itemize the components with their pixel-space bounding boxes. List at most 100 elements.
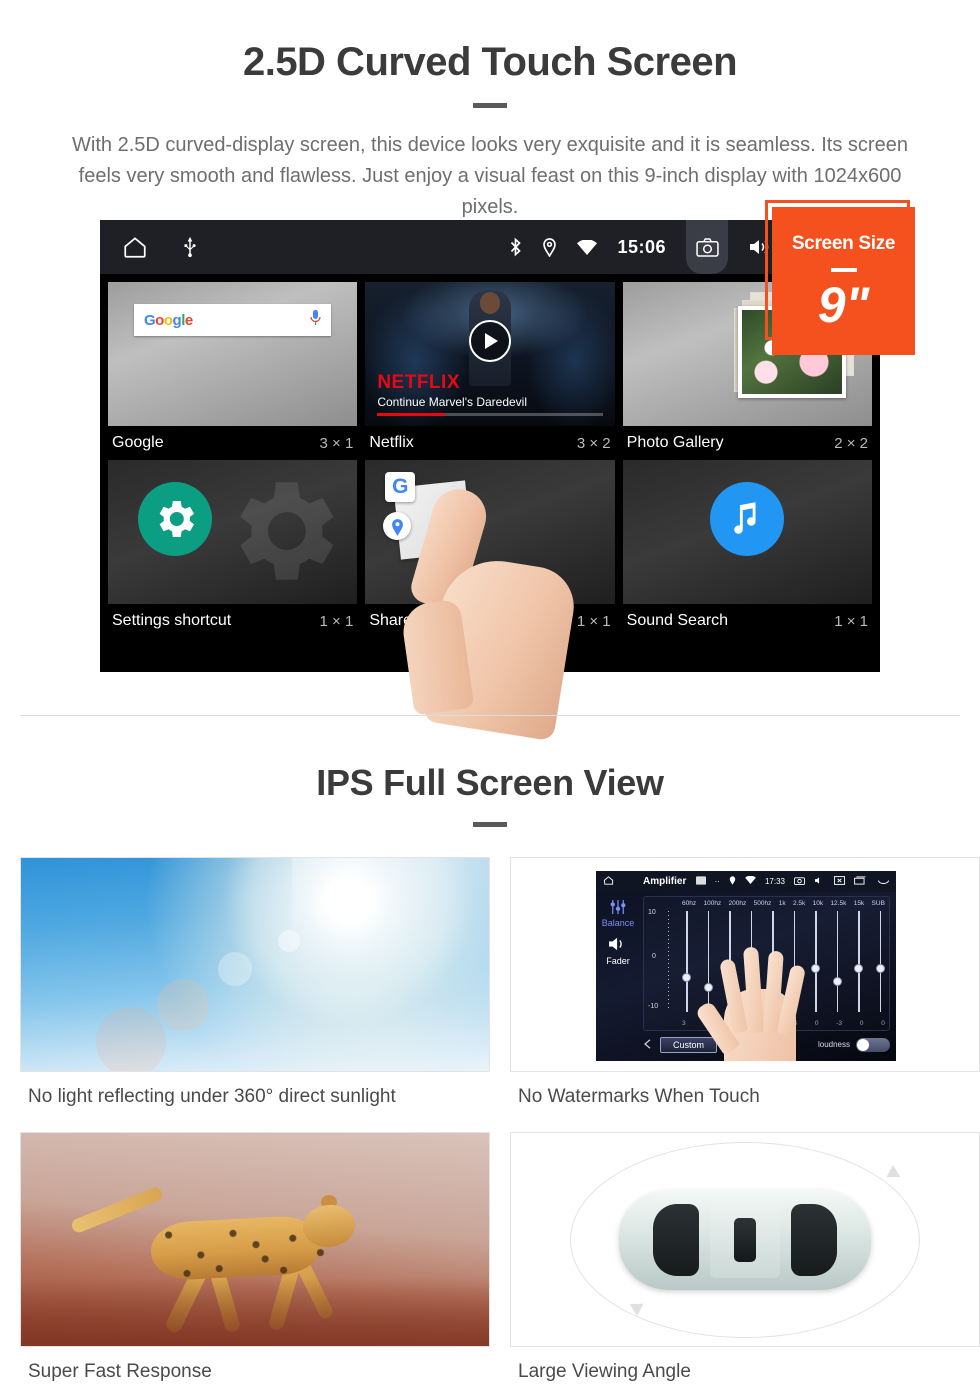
widget-google[interactable]: Google Google 3 × 1 xyxy=(108,282,358,460)
eq-value: 0 xyxy=(881,1019,885,1027)
widget-label-row: Photo Gallery 2 × 2 xyxy=(623,426,872,460)
volume-icon[interactable] xyxy=(814,876,825,887)
eq-slider[interactable] xyxy=(768,910,778,1012)
widget-preview-sound-search[interactable] xyxy=(622,460,872,604)
eq-slider[interactable] xyxy=(746,910,756,1012)
band-label: 10k xyxy=(812,899,824,907)
equalizer-sliders[interactable] xyxy=(682,910,885,1012)
widget-name: Photo Gallery xyxy=(626,434,724,451)
eq-slider[interactable] xyxy=(811,910,821,1012)
location-icon[interactable] xyxy=(542,237,557,257)
eq-value-labels: 3 -4 0 0 0 -3 0 -3 0 0 xyxy=(682,1020,885,1027)
bluetooth-icon[interactable] xyxy=(509,237,522,257)
widget-row-1: Google Google 3 × 1 NETFLIX Continue Mar… xyxy=(108,282,872,460)
page-dot-3-active[interactable] xyxy=(513,661,543,664)
recent-apps-icon[interactable] xyxy=(854,875,866,887)
netflix-brand: NETFLIX xyxy=(377,372,460,393)
widget-name: Settings shortcut xyxy=(112,612,232,629)
location-icon[interactable] xyxy=(729,875,736,887)
widget-preview-settings[interactable] xyxy=(108,460,358,604)
screen-size-badge: Screen Size 9" xyxy=(772,207,915,355)
eq-slider[interactable] xyxy=(725,910,735,1012)
eq-slider[interactable] xyxy=(854,910,864,1012)
gallery-icon[interactable] xyxy=(695,875,706,887)
amplifier-screen: Amplifier ·· 17:33 Balance Fader 60hz 10… xyxy=(596,870,896,1061)
widget-preview-share-location[interactable]: G xyxy=(365,460,615,604)
widget-settings-shortcut[interactable]: Settings shortcut 1 × 1 xyxy=(108,460,358,638)
widget-size: 1 × 1 xyxy=(576,612,611,630)
eq-slider[interactable] xyxy=(682,910,691,1012)
widget-size: 1 × 1 xyxy=(319,612,354,630)
eq-value: 0 xyxy=(727,1019,731,1027)
fader-label[interactable]: Fader xyxy=(596,956,640,966)
gain-scale: 10 0 -10 xyxy=(648,909,678,1010)
page-dot-1[interactable] xyxy=(437,661,467,664)
eq-value: -3 xyxy=(791,1019,798,1027)
play-icon[interactable] xyxy=(468,320,511,362)
home-icon[interactable] xyxy=(122,234,148,260)
ips-full-screen-view-section: IPS Full Screen View No light reflecting… xyxy=(0,718,980,1394)
eq-value: 0 xyxy=(748,1019,753,1027)
scale-bottom: -10 xyxy=(648,1002,659,1010)
feature-caption: Large Viewing Angle xyxy=(518,1361,691,1382)
widget-sound-search[interactable]: Sound Search 1 × 1 xyxy=(622,460,872,638)
google-g-icon: G xyxy=(385,472,416,502)
music-note-icon[interactable] xyxy=(710,482,785,556)
camera-icon[interactable] xyxy=(794,876,805,887)
scale-mid: 0 xyxy=(652,952,656,960)
loudness-label: loudness xyxy=(817,1040,850,1049)
wifi-icon[interactable] xyxy=(577,239,598,255)
close-box-icon[interactable] xyxy=(834,875,845,887)
equalizer-icon[interactable] xyxy=(609,899,627,916)
running-cheetah-photo xyxy=(20,1132,490,1347)
widget-share-location[interactable]: G Share location 1 × 1 xyxy=(365,460,615,638)
google-maps-icon[interactable]: G xyxy=(381,472,477,560)
eq-slider[interactable] xyxy=(875,910,885,1012)
widget-name: Sound Search xyxy=(626,612,729,629)
screen-size-badge-rule xyxy=(830,267,857,272)
home-icon[interactable] xyxy=(603,875,614,888)
widget-preview-netflix[interactable]: NETFLIX Continue Marvel's Daredevil xyxy=(365,282,615,426)
screen-size-badge-value: 9" xyxy=(817,276,870,333)
widget-size: 3 × 2 xyxy=(576,434,611,452)
eq-slider[interactable] xyxy=(703,910,713,1012)
eq-value: -3 xyxy=(836,1019,843,1027)
scale-ticks xyxy=(668,910,669,1008)
eq-value: -4 xyxy=(703,1019,710,1027)
eq-slider[interactable] xyxy=(832,910,842,1012)
back-icon[interactable] xyxy=(875,876,889,887)
settings-gear-icon[interactable] xyxy=(138,482,212,556)
equalizer-panel: 60hz 100hz 200hz 500hz 1k 2.5k 10k 12.5k… xyxy=(643,895,890,1031)
amplifier-sidebar: Balance Fader xyxy=(596,892,640,1061)
amplifier-equalizer-screenshot: Amplifier ·· 17:33 Balance Fader 60hz 10… xyxy=(510,857,980,1072)
widget-name: Netflix xyxy=(369,434,414,451)
amplifier-title: Amplifier xyxy=(643,875,687,887)
prev-preset-icon[interactable] xyxy=(643,1038,652,1051)
eq-slider[interactable] xyxy=(789,910,799,1012)
balance-label[interactable]: Balance xyxy=(596,918,640,928)
feature-caption: No Watermarks When Touch xyxy=(518,1086,760,1107)
widget-preview-google[interactable]: Google xyxy=(108,282,358,426)
mic-icon[interactable] xyxy=(310,309,321,331)
wifi-icon[interactable] xyxy=(745,875,756,886)
more-dots-icon[interactable]: ·· xyxy=(715,877,720,886)
amplifier-status-bar: Amplifier ·· 17:33 xyxy=(596,870,896,892)
widget-label-row: Settings shortcut 1 × 1 xyxy=(108,604,357,638)
status-clock: 15:06 xyxy=(617,236,666,257)
netflix-progress-bar xyxy=(377,413,603,416)
band-label: 1k xyxy=(778,899,786,907)
widget-label-row: Netflix 3 × 2 xyxy=(365,426,614,460)
band-label: 2.5k xyxy=(792,899,806,907)
preset-button[interactable]: Custom xyxy=(660,1036,718,1053)
netflix-figure-head xyxy=(479,292,500,314)
feature-caption: Super Fast Response xyxy=(28,1361,212,1382)
page-indicator[interactable] xyxy=(100,661,880,664)
widget-row-2: Settings shortcut 1 × 1 G Share location… xyxy=(108,460,872,638)
camera-icon[interactable] xyxy=(686,220,728,274)
widget-netflix[interactable]: NETFLIX Continue Marvel's Daredevil Netf… xyxy=(365,282,615,460)
loudness-toggle[interactable] xyxy=(856,1037,890,1052)
google-search-widget[interactable]: Google xyxy=(134,304,332,336)
page-dot-2[interactable] xyxy=(475,661,505,664)
eq-value: 0 xyxy=(769,1019,774,1027)
fader-speaker-icon[interactable] xyxy=(596,936,640,954)
